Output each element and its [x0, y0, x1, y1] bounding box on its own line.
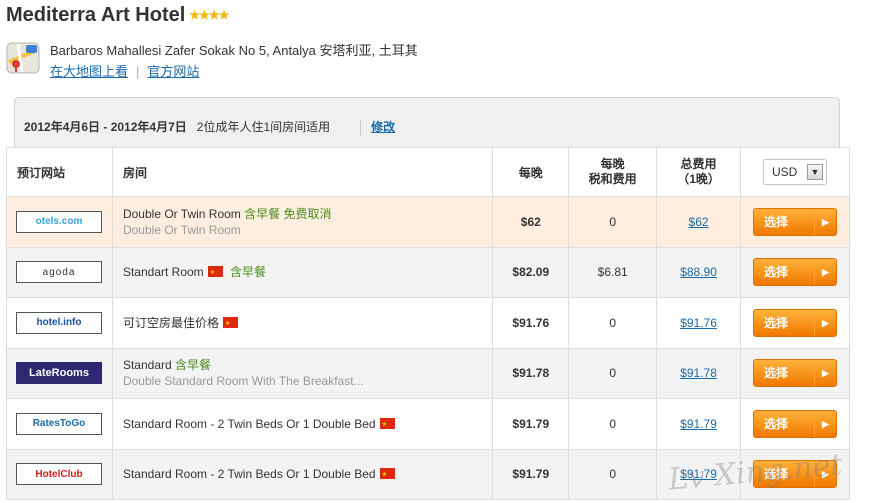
currency-select[interactable]: USD ▼	[763, 159, 827, 185]
table-row: RatesToGo Standard Room - 2 Twin Beds Or…	[6, 398, 850, 450]
col-currency: USD ▼	[740, 147, 850, 197]
room-cell: Standart Room 含早餐	[111, 246, 494, 298]
tax-value: $6.81	[568, 246, 658, 298]
china-flag-icon	[207, 265, 223, 281]
room-cell: Double Or Twin Room 含早餐 免费取消 Double Or Tw…	[111, 196, 494, 248]
china-flag-icon	[379, 417, 395, 433]
room-extras: 含早餐	[175, 358, 212, 373]
guest-summary: 2位成年人住1间房间适用	[196, 120, 331, 134]
hotel-links: 在大地图上看 | 官方网站	[50, 61, 199, 80]
room-name: Standard	[122, 358, 172, 373]
room-name: Standard Room - 2 Twin Beds Or 1 Double …	[122, 467, 376, 482]
map-icon	[6, 42, 40, 74]
table-row: LateRooms Standard 含早餐 Double Standard Ro…	[6, 347, 850, 399]
price-per-night: $91.76	[492, 297, 570, 349]
site-logo-laterooms[interactable]: LateRooms	[16, 362, 102, 385]
col-total-line2: （1晚）	[677, 172, 720, 186]
price-per-night: $62	[492, 196, 570, 248]
price-per-night: $82.09	[492, 246, 570, 298]
results-table: 预订网站 房间 每晚 每晚 税和费用 总费用 （1晚） USD ▼ otels.com…	[6, 147, 850, 500]
chevron-down-icon: ▼	[807, 164, 823, 180]
chevron-right-icon: ▶	[814, 461, 836, 488]
tax-value: 0	[568, 347, 658, 399]
chevron-right-icon: ▶	[814, 208, 836, 235]
select-button[interactable]: 选择 ▶	[753, 308, 837, 337]
edit-search-link[interactable]: 修改	[371, 120, 395, 134]
large-map-link[interactable]: 在大地图上看	[50, 64, 128, 79]
price-per-night: $91.79	[492, 398, 570, 450]
tax-value: 0	[568, 196, 658, 248]
site-logo-ratestogo[interactable]: RatesToGo	[16, 412, 102, 435]
select-button[interactable]: 选择 ▶	[753, 258, 837, 287]
table-row: agoda Standart Room 含早餐 $82.09 $6.81 $88…	[6, 246, 850, 298]
table-row: otels.com Double Or Twin Room 含早餐 免费取消 Do…	[6, 196, 850, 248]
total-price-link[interactable]: $91.79	[680, 467, 717, 481]
select-label: 选择	[764, 416, 789, 431]
room-cell: Standard 含早餐 Double Standard Room With Th…	[111, 347, 494, 399]
total-price-link[interactable]: $91.79	[680, 417, 717, 431]
select-label: 选择	[764, 467, 789, 482]
link-separator: |	[136, 64, 140, 79]
site-logo-hotelclub[interactable]: HotelClub	[16, 463, 102, 486]
table-row: HotelClub Standard Room - 2 Twin Beds Or…	[6, 448, 850, 500]
tax-value: 0	[568, 297, 658, 349]
site-logo-otels[interactable]: otels.com	[16, 210, 102, 233]
header-row: 预订网站 房间 每晚 每晚 税和费用 总费用 （1晚） USD ▼	[6, 147, 850, 197]
total-price-link[interactable]: $88.90	[680, 265, 717, 279]
select-button[interactable]: 选择 ▶	[753, 207, 837, 236]
china-flag-icon	[222, 316, 238, 332]
room-name: Standard Room - 2 Twin Beds Or 1 Double …	[122, 416, 376, 431]
divider	[360, 119, 362, 136]
chevron-right-icon: ▶	[814, 259, 836, 286]
china-flag-icon	[379, 467, 395, 483]
room-name: Double Or Twin Room	[122, 206, 241, 221]
col-tax-line2: 税和费用	[588, 172, 637, 186]
select-button[interactable]: 选择 ▶	[753, 409, 837, 438]
col-tax-line1: 每晚	[600, 157, 625, 171]
select-label: 选择	[764, 315, 789, 330]
room-name: Standart Room	[122, 265, 204, 280]
room-subtitle: Double Standard Room With The Breakfast.…	[122, 374, 364, 389]
col-total: 总费用 （1晚）	[656, 147, 741, 197]
official-site-link[interactable]: 官方网站	[147, 64, 199, 79]
total-price-link[interactable]: $91.78	[680, 366, 717, 380]
room-name: 可订空房最佳价格	[122, 315, 219, 330]
col-total-line1: 总费用	[680, 157, 717, 171]
table-row: hotel.info 可订空房最佳价格 $91.76 0 $91.76 选择 ▶	[6, 297, 850, 349]
col-site: 预订网站	[6, 147, 113, 197]
select-label: 选择	[764, 265, 789, 280]
hotel-title: Mediterra Art Hotel ★★★★	[6, 4, 229, 27]
site-logo-hotelinfo[interactable]: hotel.info	[16, 311, 102, 334]
currency-value: USD	[772, 165, 798, 179]
col-tax: 每晚 税和费用	[568, 147, 658, 197]
hotel-address: Barbaros Mahallesi Zafer Sokak No 5, Ant…	[50, 43, 418, 58]
tax-value: 0	[568, 398, 658, 450]
select-button[interactable]: 选择 ▶	[753, 359, 837, 388]
star-rating: ★★★★	[189, 8, 229, 22]
chevron-right-icon: ▶	[814, 360, 836, 387]
room-cell: 可订空房最佳价格	[111, 297, 494, 349]
search-summary: 2012年4月6日 - 2012年4月7日 2位成年人住1间房间适用 修改	[24, 118, 395, 136]
stay-dates: 2012年4月6日 - 2012年4月7日	[24, 120, 187, 134]
tax-value: 0	[568, 448, 658, 500]
col-room: 房间	[111, 147, 494, 197]
total-price-link[interactable]: $62	[689, 215, 709, 229]
room-cell: Standard Room - 2 Twin Beds Or 1 Double …	[111, 448, 494, 500]
site-logo-agoda[interactable]: agoda	[16, 261, 102, 284]
col-per-night: 每晚	[492, 147, 570, 197]
room-cell: Standard Room - 2 Twin Beds Or 1 Double …	[111, 398, 494, 450]
room-subtitle: Double Or Twin Room	[122, 222, 241, 237]
select-label: 选择	[764, 366, 789, 381]
price-per-night: $91.79	[492, 448, 570, 500]
room-extras: 含早餐	[230, 265, 267, 280]
price-per-night: $91.78	[492, 347, 570, 399]
room-extras: 含早餐 免费取消	[244, 206, 332, 221]
hotel-name: Mediterra Art Hotel	[6, 4, 186, 26]
select-button[interactable]: 选择 ▶	[753, 460, 837, 489]
chevron-right-icon: ▶	[814, 410, 836, 437]
total-price-link[interactable]: $91.76	[680, 316, 717, 330]
select-label: 选择	[764, 214, 789, 229]
chevron-right-icon: ▶	[814, 309, 836, 336]
